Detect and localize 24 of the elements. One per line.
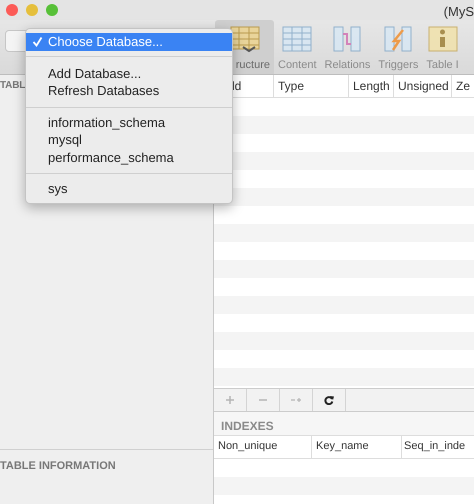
info-icon	[426, 25, 459, 53]
menu-item[interactable]: performance_schema	[26, 148, 232, 166]
duplicate-icon	[291, 395, 301, 405]
section-header: INDEXES	[221, 419, 274, 433]
menu-item[interactable]: sys	[26, 180, 232, 198]
column-header[interactable]: Type	[274, 75, 349, 97]
menu-item[interactable]: mysql	[26, 131, 232, 148]
column-header[interactable]: Length	[349, 75, 394, 97]
menu-item[interactable]: information_schema	[26, 114, 232, 131]
menu-item[interactable]: Choose Database...	[26, 33, 232, 50]
column-header[interactable]: Unsigned	[394, 75, 452, 97]
add-icon	[225, 395, 235, 405]
column-header[interactable]: Key_name	[312, 436, 402, 458]
column-header[interactable]: Ze	[452, 75, 474, 97]
table-icon	[228, 25, 260, 53]
column-header[interactable]: Non_unique	[214, 436, 312, 458]
column-header[interactable]: Seq_in_inde	[402, 436, 474, 458]
refresh-icon	[324, 395, 334, 405]
section-header: TABL	[0, 79, 26, 93]
table-icon	[281, 25, 314, 53]
table-icon	[331, 25, 364, 53]
section-header: TABLE INFORMATION	[0, 460, 116, 472]
window-title: (MyS	[444, 2, 474, 18]
table-icon	[382, 25, 414, 53]
